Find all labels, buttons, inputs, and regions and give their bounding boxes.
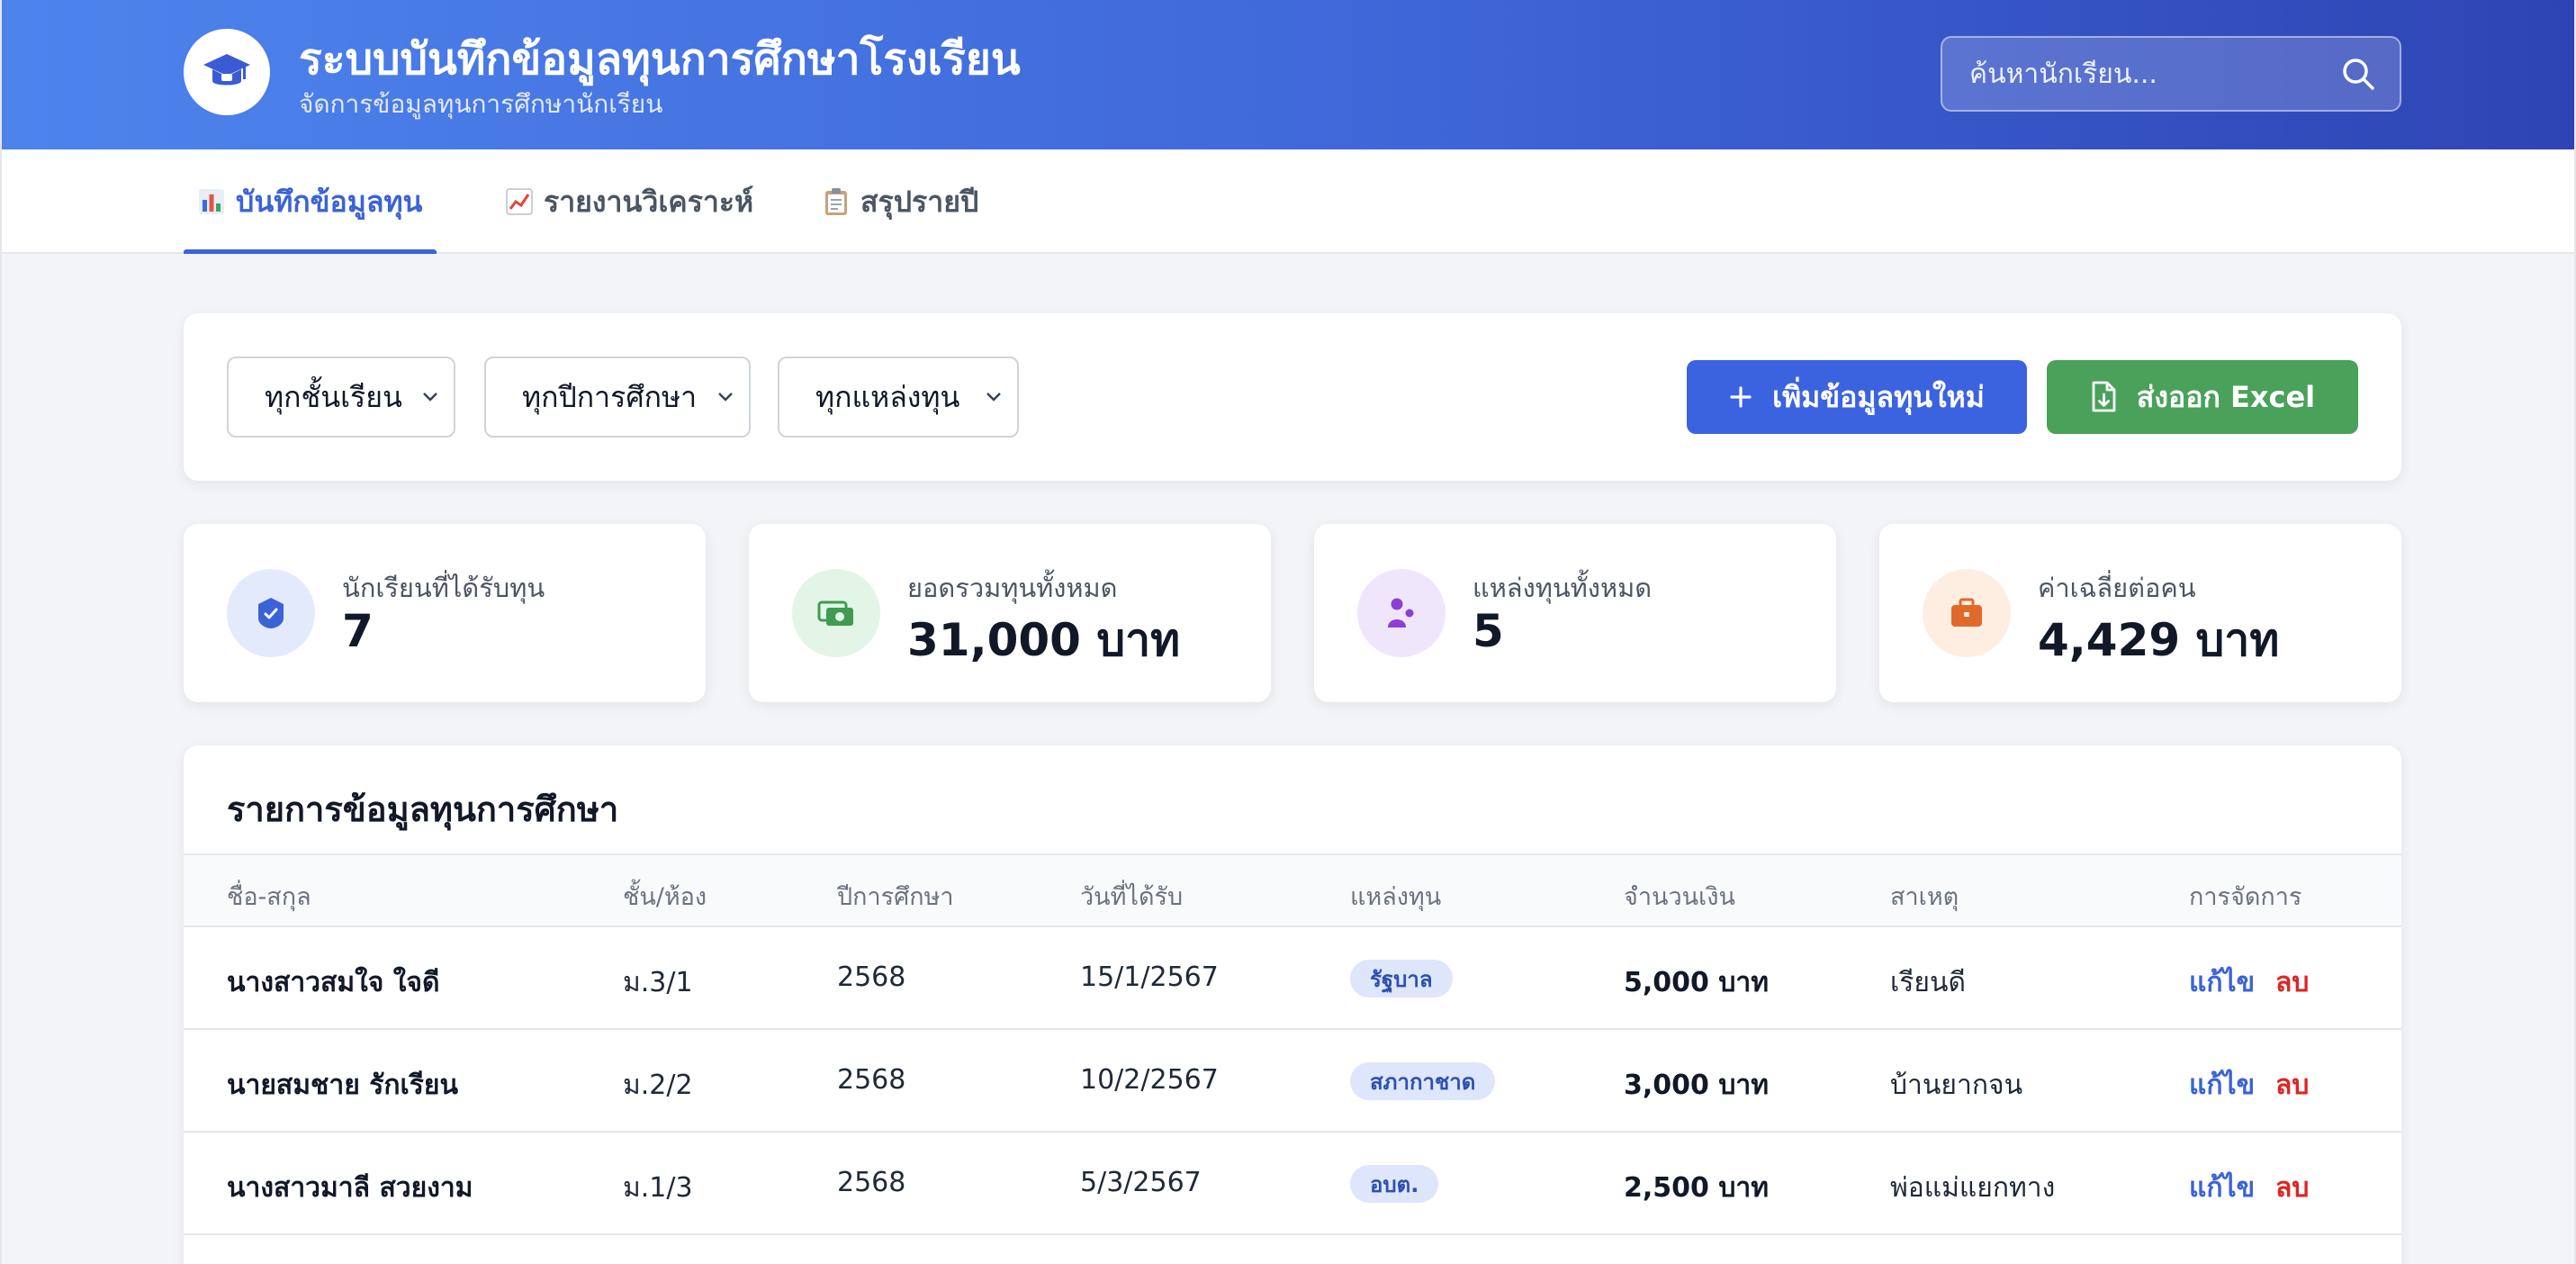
cell-date: 10/2/2567 <box>1080 1064 1219 1096</box>
stat-card-total-amount: ยอดรวมทุนทั้งหมด 31,000 บาท <box>749 524 1271 702</box>
class-filter-value: ทุกชั้นเรียน <box>265 379 402 414</box>
stat-value: 4,429 บาท <box>2038 614 2280 666</box>
tab-label: บันทึกข้อมูลทุน <box>236 184 423 219</box>
cell-date: 15/1/2567 <box>1080 962 1219 993</box>
stat-label: ค่าเฉลี่ยต่อคน <box>2038 573 2196 603</box>
add-button-label: เพิ่มข้อมูลทุนใหม่ <box>1772 379 1985 414</box>
app-subtitle: จัดการข้อมูลทุนการศึกษานักเรียน <box>299 89 663 119</box>
cell-name: นางสาวมาลี สวยงาม <box>227 1172 473 1204</box>
filter-toolbar: ทุกชั้นเรียน ทุกปีการศึกษา ทุกแหล่งทุน เ… <box>184 313 2401 481</box>
search-box[interactable] <box>1941 36 2401 112</box>
graduation-cap-icon <box>184 29 270 115</box>
money-icon <box>792 569 880 657</box>
tab-record[interactable]: บันทึกข้อมูลทุน <box>184 149 437 254</box>
users-icon <box>1357 569 1446 657</box>
column-header: ชื่อ-สกุล <box>227 883 311 911</box>
export-excel-button[interactable]: ส่งออก Excel <box>2047 360 2358 434</box>
chevron-down-icon <box>986 393 1001 402</box>
edit-link[interactable]: แก้ไข <box>2189 1064 2255 1106</box>
cell-year: 2568 <box>837 1167 906 1198</box>
column-header: จำนวนเงิน <box>1624 883 1735 911</box>
source-badge: สภากาชาด <box>1350 1062 1496 1100</box>
cell-name: นางสาวสมใจ ใจดี <box>227 967 440 998</box>
search-input[interactable] <box>1969 38 2329 110</box>
clipboard-icon <box>825 188 847 215</box>
column-header: การจัดการ <box>2189 883 2302 911</box>
delete-link[interactable]: ลบ <box>2275 962 2309 1004</box>
cell-reason: พ่อแม่แยกทาง <box>1890 1172 2056 1204</box>
app-window: ระบบบันทึกข้อมูลทุนการศึกษาโรงเรียน จัดก… <box>0 0 2576 1264</box>
stat-card-students: นักเรียนที่ได้รับทุน 7 <box>184 524 706 702</box>
plus-icon <box>1730 386 1752 408</box>
tab-label: รายงานวิเคราะห์ <box>544 184 754 219</box>
column-header: วันที่ได้รับ <box>1080 883 1184 911</box>
tab-bar: บันทึกข้อมูลทุน รายงานวิเคราะห์ สรุปรายป… <box>2 149 2574 254</box>
cell-amount: 5,000 บาท <box>1624 967 1770 998</box>
source-filter-value: ทุกแหล่งทุน <box>815 379 960 414</box>
cell-year: 2568 <box>837 1064 906 1096</box>
tab-label: สรุปรายปี <box>860 184 979 219</box>
table-header: ชื่อ-สกุล ชั้น/ห้อง ปีการศึกษา วันที่ได้… <box>184 853 2401 927</box>
source-filter-select[interactable]: ทุกแหล่งทุน <box>778 357 1019 438</box>
stat-label: นักเรียนที่ได้รับทุน <box>342 573 545 603</box>
source-badge: อบต. <box>1350 1165 1439 1203</box>
cell-year: 2568 <box>837 962 906 993</box>
delete-link[interactable]: ลบ <box>2275 1064 2309 1106</box>
cell-class: ม.1/3 <box>623 1172 693 1204</box>
cell-name: นายสมชาย รักเรียน <box>227 1070 458 1101</box>
edit-link[interactable]: แก้ไข <box>2189 1167 2255 1209</box>
file-download-icon <box>2092 381 2116 412</box>
app-title: ระบบบันทึกข้อมูลทุนการศึกษาโรงเรียน <box>299 34 1021 85</box>
cell-amount: 2,500 บาท <box>1624 1172 1770 1204</box>
tab-summary[interactable]: สรุปรายปี <box>808 149 993 254</box>
cell-class: ม.3/1 <box>623 967 693 998</box>
table-row: นายสมชาย รักเรียน ม.2/2 2568 10/2/2567 ส… <box>184 1030 2401 1133</box>
edit-link[interactable]: แก้ไข <box>2189 962 2255 1004</box>
column-header: แหล่งทุน <box>1350 883 1442 911</box>
cell-reason: บ้านยากจน <box>1890 1070 2023 1101</box>
table-row: นางสาวมาลี สวยงาม ม.1/3 2568 5/3/2567 อบ… <box>184 1133 2401 1235</box>
cell-date: 5/3/2567 <box>1080 1167 1202 1198</box>
cell-reason: เรียนดี <box>1890 967 1966 998</box>
scholarship-table-card: รายการข้อมูลทุนการศึกษา ชื่อ-สกุล ชั้น/ห… <box>184 745 2401 1264</box>
cell-class: ม.2/2 <box>623 1070 693 1101</box>
app-header: ระบบบันทึกข้อมูลทุนการศึกษาโรงเรียน จัดก… <box>2 0 2574 149</box>
stat-card-average: ค่าเฉลี่ยต่อคน 4,429 บาท <box>1879 524 2401 702</box>
column-header: สาเหตุ <box>1890 883 1959 911</box>
export-button-label: ส่งออก Excel <box>2136 379 2316 414</box>
search-icon[interactable] <box>2340 56 2376 92</box>
line-chart-icon <box>506 188 533 215</box>
add-scholarship-button[interactable]: เพิ่มข้อมูลทุนใหม่ <box>1687 360 2027 434</box>
cell-amount: 3,000 บาท <box>1624 1070 1770 1101</box>
stat-card-sources: แหล่งทุนทั้งหมด 5 <box>1314 524 1836 702</box>
stat-label: แหล่งทุนทั้งหมด <box>1473 573 1653 603</box>
tab-report[interactable]: รายงานวิเคราะห์ <box>491 149 768 254</box>
badge-check-icon <box>227 569 315 657</box>
stat-label: ยอดรวมทุนทั้งหมด <box>907 573 1118 603</box>
delete-link[interactable]: ลบ <box>2275 1167 2309 1209</box>
column-header: ปีการศึกษา <box>837 883 954 911</box>
class-filter-select[interactable]: ทุกชั้นเรียน <box>227 357 455 438</box>
year-filter-value: ทุกปีการศึกษา <box>522 379 698 414</box>
chevron-down-icon <box>423 393 437 402</box>
table-row: นางสาวสมใจ ใจดี ม.3/1 2568 15/1/2567 รัฐ… <box>184 927 2401 1030</box>
briefcase-icon <box>1923 569 2011 657</box>
stat-value: 7 <box>342 605 374 657</box>
source-badge: รัฐบาล <box>1350 960 1453 998</box>
stat-value: 5 <box>1473 605 1504 657</box>
year-filter-select[interactable]: ทุกปีการศึกษา <box>484 357 751 438</box>
table-title: รายการข้อมูลทุนการศึกษา <box>227 790 619 829</box>
bar-chart-icon <box>199 189 224 214</box>
column-header: ชั้น/ห้อง <box>623 883 707 911</box>
stat-value: 31,000 บาท <box>907 614 1181 666</box>
chevron-down-icon <box>718 393 733 402</box>
